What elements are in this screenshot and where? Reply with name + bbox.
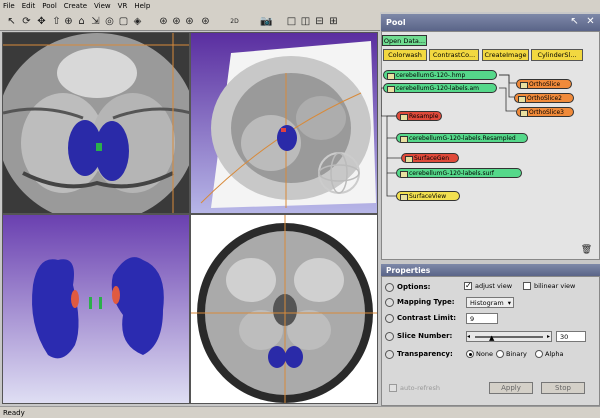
- transparency-label: Transparency:: [397, 350, 453, 358]
- camera-icon[interactable]: 📷: [260, 15, 273, 28]
- transparency-none-label: None: [476, 350, 493, 358]
- options-label: Options:: [397, 283, 431, 291]
- pool-node-resample[interactable]: Resample: [396, 111, 442, 121]
- slider-thumb-icon[interactable]: ▲: [489, 333, 494, 343]
- pool-node-labels-resampled[interactable]: cerebellumG-120-labels.Resampled: [396, 133, 528, 143]
- trash-icon[interactable]: 🗑: [580, 244, 593, 257]
- status-bar: Ready: [0, 406, 600, 418]
- menu-pool[interactable]: Pool: [42, 2, 56, 10]
- pool-node-orthoslice2[interactable]: OrthoSlice2: [514, 93, 574, 103]
- options-row: Options:: [385, 281, 430, 293]
- pool-node-surfacegen[interactable]: SurfaceGen: [401, 153, 459, 163]
- port-options-icon[interactable]: [385, 282, 394, 292]
- slider-left-icon[interactable]: ◂: [467, 332, 470, 342]
- properties-panel-title: Properties: [381, 264, 600, 276]
- bilinear-view-label: bilinear view: [534, 282, 576, 290]
- layout-1-icon[interactable]: □: [285, 15, 298, 28]
- port-mapping-icon[interactable]: [385, 297, 394, 307]
- slice-number-slider[interactable]: ◂ ▲ ▸: [466, 331, 552, 342]
- menu-file[interactable]: File: [3, 2, 15, 10]
- view-y-icon[interactable]: ⊛: [170, 15, 183, 28]
- bilinear-view-checkbox[interactable]: [523, 282, 531, 290]
- transparency-binary-radio[interactable]: [496, 350, 504, 358]
- measure-icon[interactable]: ⇲: [89, 15, 102, 28]
- chevron-down-icon: ▾: [507, 299, 511, 307]
- contrast-label: Contrast Limit:: [397, 314, 457, 322]
- layout-2d-icon[interactable]: 2D: [228, 15, 241, 28]
- menu-edit[interactable]: Edit: [22, 2, 36, 10]
- mapping-label: Mapping Type:: [397, 298, 455, 306]
- pool-connections: [381, 74, 516, 197]
- projection-icon[interactable]: ▢: [117, 15, 130, 28]
- layout-4-icon[interactable]: ⊞: [327, 15, 340, 28]
- transparency-alpha-radio[interactable]: [535, 350, 543, 358]
- stop-button[interactable]: Stop: [541, 382, 585, 394]
- mapping-type-select[interactable]: Histogram ▾: [466, 297, 514, 308]
- adjust-view-checkbox[interactable]: ✓: [464, 281, 472, 290]
- auto-refresh-checkbox[interactable]: [389, 384, 397, 392]
- slice-image-top-left: [3, 33, 189, 213]
- rotate-icon[interactable]: ⟳: [20, 15, 33, 28]
- slice-label: Slice Number:: [397, 332, 453, 340]
- layout-2v-icon[interactable]: ⊟: [313, 15, 326, 28]
- surface-view: [3, 215, 189, 403]
- pool-node-orthoslice3[interactable]: OrthoSlice3: [516, 107, 574, 117]
- transparency-alpha-label: Alpha: [545, 350, 564, 358]
- menu-bar: File Edit Pool Create View VR Help: [0, 0, 600, 12]
- viewer-top-right[interactable]: [190, 32, 378, 214]
- menu-vr[interactable]: VR: [118, 2, 128, 10]
- contrast-row: Contrast Limit:: [385, 312, 456, 324]
- transparency-binary-label: Binary: [506, 350, 527, 358]
- slice-image-bottom-right: [191, 215, 377, 403]
- viewer-bottom-right[interactable]: [190, 214, 378, 404]
- viewer-bottom-left[interactable]: [2, 214, 190, 404]
- port-contrast-icon[interactable]: [385, 313, 394, 323]
- port-transparency-icon[interactable]: [385, 349, 394, 359]
- slice-number-input[interactable]: 30: [556, 331, 586, 342]
- pool-node-orthoslice[interactable]: OrthoSlice: [516, 79, 572, 89]
- menu-help[interactable]: Help: [134, 2, 150, 10]
- view-z-icon[interactable]: ⊛: [183, 15, 196, 28]
- home-icon[interactable]: ⌂: [75, 15, 88, 28]
- pool-node-labels-surf[interactable]: cerebellumG-120-labels.surf: [396, 168, 522, 178]
- transparency-row: Transparency:: [385, 348, 453, 360]
- contrast-limit-input[interactable]: 9: [466, 313, 498, 324]
- menu-create[interactable]: Create: [64, 2, 87, 10]
- transparency-none-radio[interactable]: [466, 350, 474, 358]
- pointer-icon[interactable]: ↖: [568, 15, 581, 28]
- slider-right-icon[interactable]: ▸: [547, 332, 550, 342]
- view-x-icon[interactable]: ⊛: [157, 15, 170, 28]
- auto-refresh-label: auto-refresh: [400, 384, 440, 392]
- close-icon[interactable]: ✕: [584, 15, 597, 28]
- menu-view[interactable]: View: [94, 2, 111, 10]
- zoom-icon[interactable]: ⊕: [62, 15, 75, 28]
- mapping-row: Mapping Type:: [385, 296, 455, 308]
- pool-node-hmp[interactable]: cerebellumG-120-.hmp: [383, 70, 497, 80]
- adjust-view-label: adjust view: [475, 282, 513, 290]
- apply-button[interactable]: Apply: [489, 382, 533, 394]
- 3d-scene-view: [191, 33, 377, 213]
- port-slice-icon[interactable]: [385, 331, 394, 341]
- select-arrow-icon[interactable]: ↖: [5, 15, 18, 28]
- pool-node-labels-am[interactable]: cerebellumG-120-labels.am: [383, 83, 497, 93]
- pick-icon[interactable]: ◈: [131, 15, 144, 28]
- pan-cross-icon[interactable]: ✥: [35, 15, 48, 28]
- pool-node-surfaceview[interactable]: SurfaceView: [396, 191, 460, 201]
- layout-2h-icon[interactable]: ◫: [299, 15, 312, 28]
- viewer-toolbar: ↖ ⟳ ✥ ⇧ ⊕ ⌂ ⇲ ◎ ▢ ◈ ⊛ ⊛ ⊛ ⊛ 2D 📷 □ ◫ ⊟ ⊞: [0, 12, 380, 31]
- viewer-top-left[interactable]: [2, 32, 190, 214]
- slice-row: Slice Number:: [385, 330, 452, 342]
- view-xyz-icon[interactable]: ⊛: [199, 15, 212, 28]
- seek-icon[interactable]: ◎: [103, 15, 116, 28]
